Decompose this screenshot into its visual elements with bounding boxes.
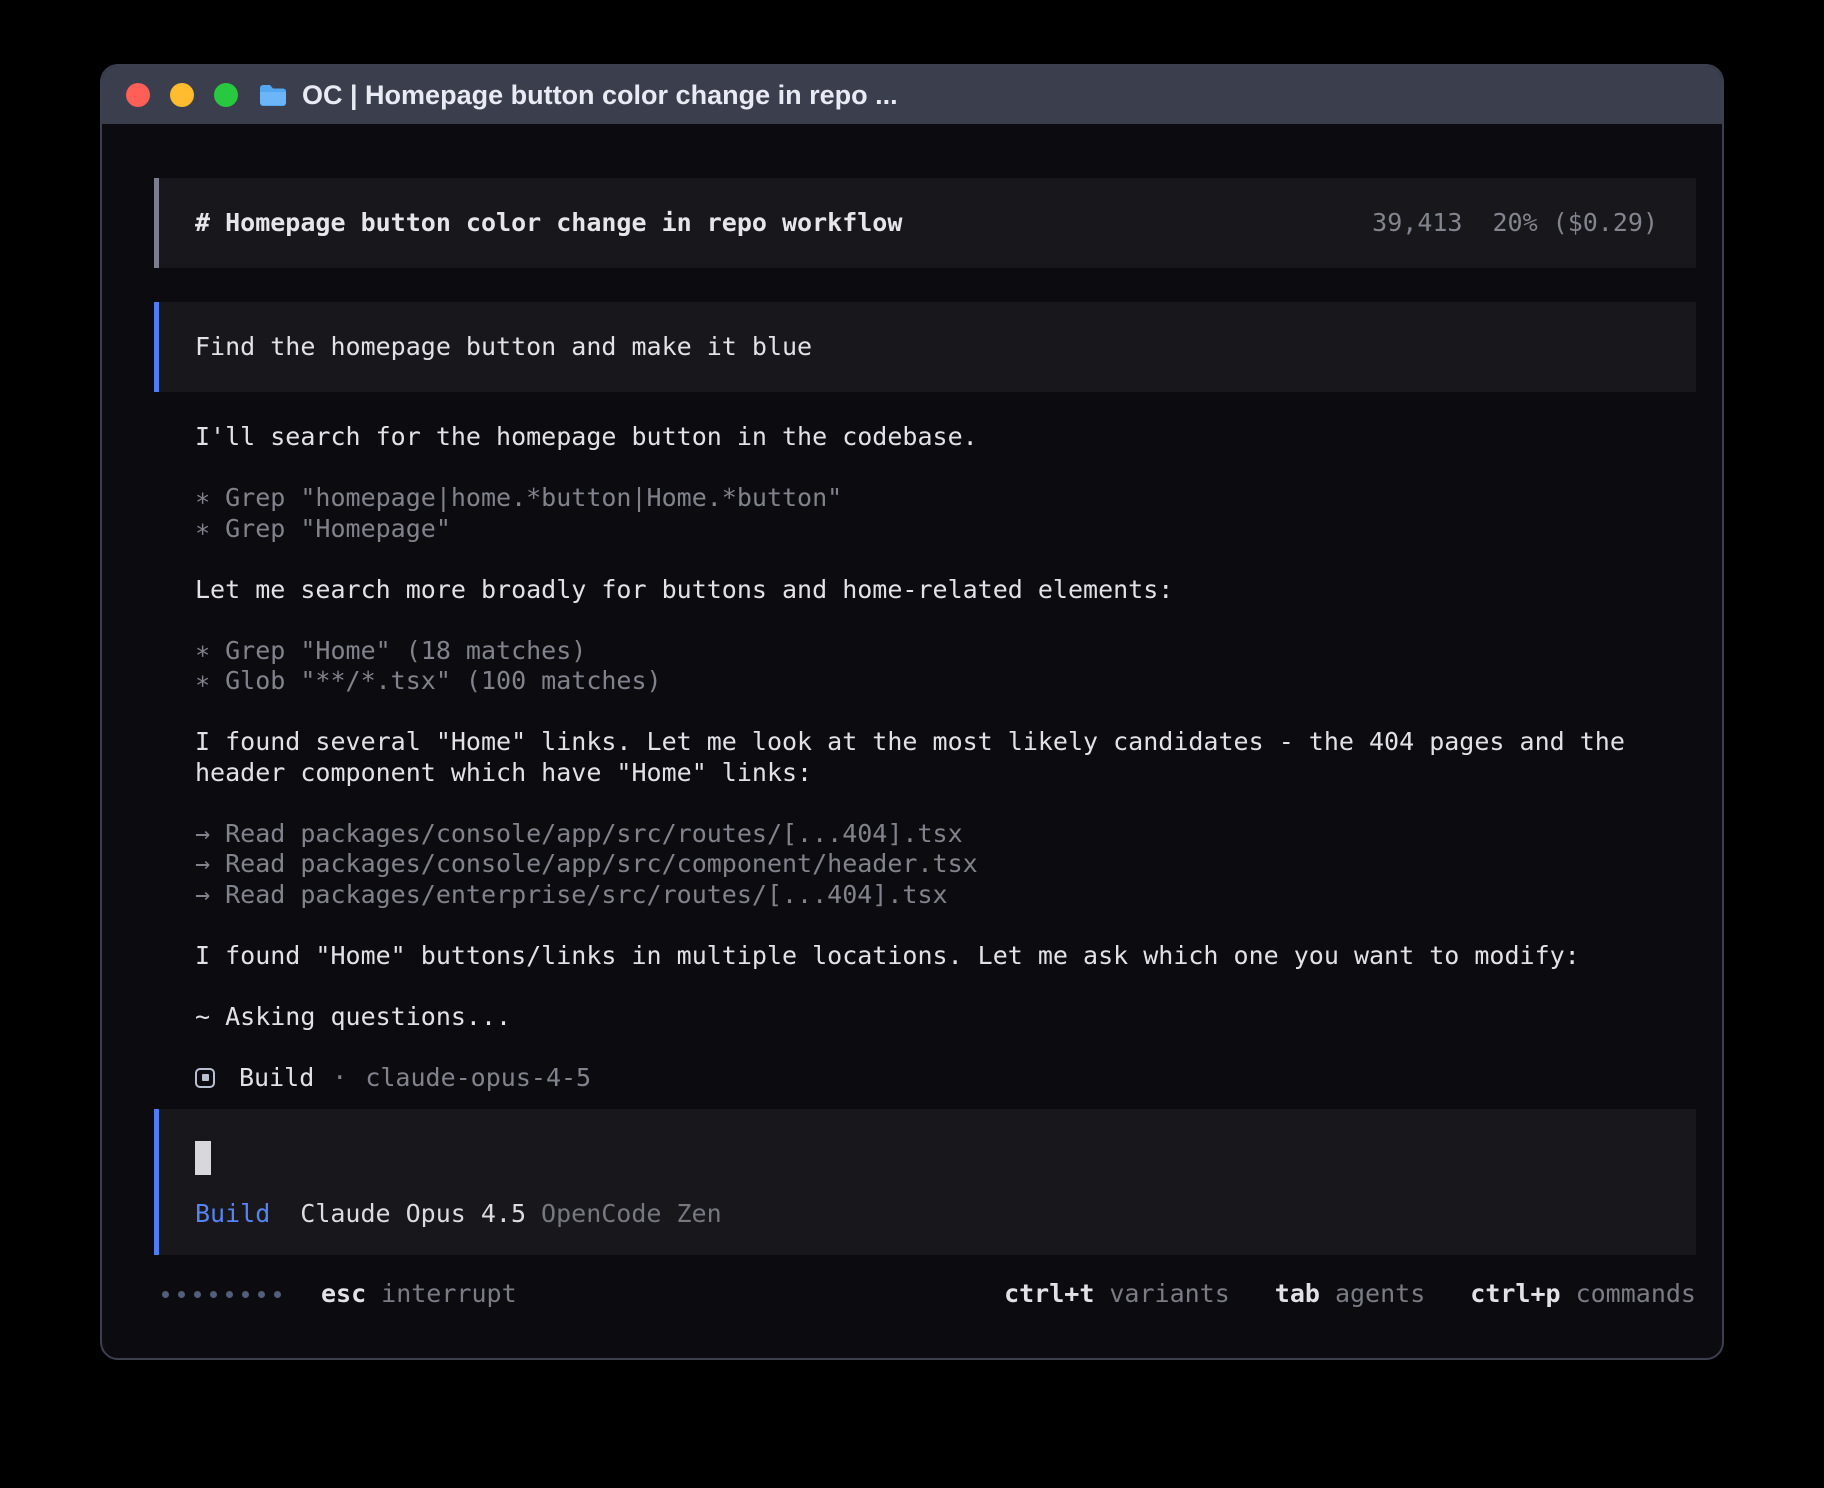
hint-label: variants <box>1109 1279 1229 1309</box>
hint-variants: ctrl+t variants <box>1004 1279 1230 1309</box>
title-wrap: OC | Homepage button color change in rep… <box>258 80 898 111</box>
session-title: # Homepage button color change in repo w… <box>195 208 902 238</box>
tool-call-read: → Read packages/enterprise/src/routes/[.… <box>195 880 1696 911</box>
traffic-lights <box>126 83 238 107</box>
token-count: 39,413 <box>1372 208 1462 237</box>
hint-label: interrupt <box>381 1279 516 1309</box>
tool-call-group: ∗ Grep "homepage|home.*button|Home.*butt… <box>195 483 1696 544</box>
hint-key: tab <box>1275 1279 1320 1309</box>
hint-label: commands <box>1576 1279 1696 1309</box>
assistant-text: I found several "Home" links. Let me loo… <box>195 727 1696 788</box>
agent-model: claude-opus-4-5 <box>365 1063 591 1094</box>
terminal-window: OC | Homepage button color change in rep… <box>100 64 1724 1360</box>
statusbar-left: esc interrupt <box>162 1279 517 1309</box>
hint-agents: tab agents <box>1275 1279 1425 1309</box>
tool-call-group: ∗ Grep "Home" (18 matches) ∗ Glob "**/*.… <box>195 636 1696 697</box>
assistant-response: I'll search for the homepage button in t… <box>154 422 1696 1093</box>
session-stats: 39,413 20% ($0.29) <box>1372 208 1658 238</box>
square-dot-icon <box>195 1068 215 1088</box>
prompt-input[interactable]: Build Claude Opus 4.5 OpenCode Zen <box>154 1109 1696 1255</box>
hint-key: esc <box>321 1279 366 1309</box>
titlebar[interactable]: OC | Homepage button color change in rep… <box>102 66 1722 124</box>
working-indicator <box>162 1291 281 1298</box>
tool-call-grep: ∗ Grep "Home" (18 matches) <box>195 636 1696 667</box>
statusbar: esc interrupt ctrl+t variants tab agents… <box>154 1279 1696 1309</box>
session-cost: ($0.29) <box>1553 208 1658 237</box>
minimize-button[interactable] <box>170 83 194 107</box>
input-footer: Build Claude Opus 4.5 OpenCode Zen <box>195 1199 1660 1229</box>
assistant-text: Let me search more broadly for buttons a… <box>195 575 1696 606</box>
statusbar-right: ctrl+t variants tab agents ctrl+p comman… <box>1004 1279 1696 1309</box>
close-button[interactable] <box>126 83 150 107</box>
terminal-content: # Homepage button color change in repo w… <box>102 124 1722 1309</box>
hint-interrupt: esc interrupt <box>321 1279 517 1309</box>
user-message-text: Find the homepage button and make it blu… <box>195 332 812 361</box>
input-model-label: Claude Opus 4.5 <box>300 1199 526 1229</box>
tool-call-group: → Read packages/console/app/src/routes/[… <box>195 819 1696 911</box>
tool-call-glob: ∗ Glob "**/*.tsx" (100 matches) <box>195 666 1696 697</box>
tool-call-read: → Read packages/console/app/src/componen… <box>195 849 1696 880</box>
assistant-text: I found "Home" buttons/links in multiple… <box>195 941 1696 972</box>
agent-name: Build <box>239 1063 314 1094</box>
folder-icon <box>258 83 288 108</box>
hint-label: agents <box>1335 1279 1425 1309</box>
window-title: OC | Homepage button color change in rep… <box>302 80 898 111</box>
user-message: Find the homepage button and make it blu… <box>154 302 1696 392</box>
working-status: ~ Asking questions... <box>195 1002 1696 1033</box>
tool-call-grep: ∗ Grep "Homepage" <box>195 514 1696 545</box>
tool-call-grep: ∗ Grep "homepage|home.*button|Home.*butt… <box>195 483 1696 514</box>
hint-key: ctrl+t <box>1004 1279 1094 1309</box>
agent-attribution: Build · claude-opus-4-5 <box>195 1063 1696 1094</box>
session-header: # Homepage button color change in repo w… <box>154 178 1696 268</box>
input-agent-label: Build <box>195 1199 270 1229</box>
zoom-button[interactable] <box>214 83 238 107</box>
text-cursor <box>195 1141 211 1175</box>
hint-commands: ctrl+p commands <box>1470 1279 1696 1309</box>
assistant-text: I'll search for the homepage button in t… <box>195 422 1696 453</box>
context-percent: 20% <box>1492 208 1537 237</box>
hint-key: ctrl+p <box>1470 1279 1560 1309</box>
separator-dot: · <box>332 1063 347 1094</box>
tool-call-read: → Read packages/console/app/src/routes/[… <box>195 819 1696 850</box>
input-provider-label: OpenCode Zen <box>541 1199 722 1229</box>
